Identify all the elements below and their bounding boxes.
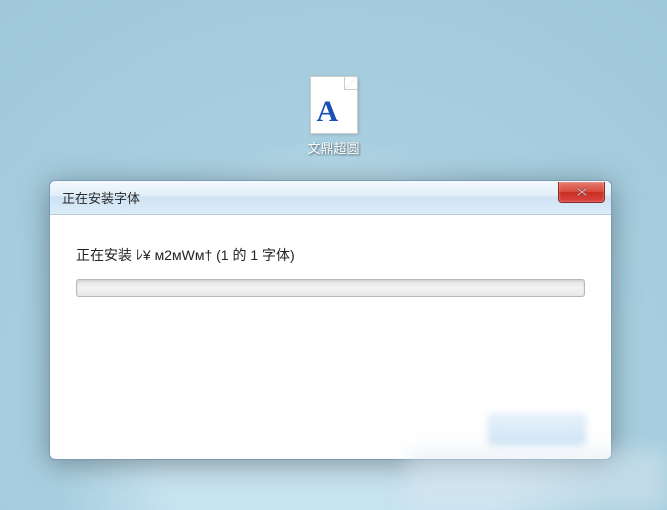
font-glyph: A: [316, 97, 338, 127]
dialog-titlebar[interactable]: 正在安装字体: [50, 181, 611, 215]
close-icon: [576, 187, 588, 197]
close-button[interactable]: [558, 182, 605, 203]
font-file-thumb: A: [309, 76, 357, 134]
progress-bar: [76, 279, 585, 297]
dialog-body: 正在安装 ﾚ¥ ᴍ2ᴍWᴍ† (1 的 1 字体): [50, 215, 611, 459]
dialog-action-button[interactable]: [489, 415, 585, 445]
desktop-font-file[interactable]: A 文鼎超圆: [307, 76, 359, 157]
install-font-dialog: 正在安装字体 正在安装 ﾚ¥ ᴍ2ᴍWᴍ† (1 的 1 字体): [49, 180, 612, 460]
desktop-icon-label: 文鼎超圆: [307, 138, 359, 157]
dialog-footer: [76, 415, 585, 445]
install-status-text: 正在安装 ﾚ¥ ᴍ2ᴍWᴍ† (1 的 1 字体): [76, 245, 585, 265]
blurred-region: [407, 450, 667, 510]
dialog-title: 正在安装字体: [62, 188, 140, 207]
